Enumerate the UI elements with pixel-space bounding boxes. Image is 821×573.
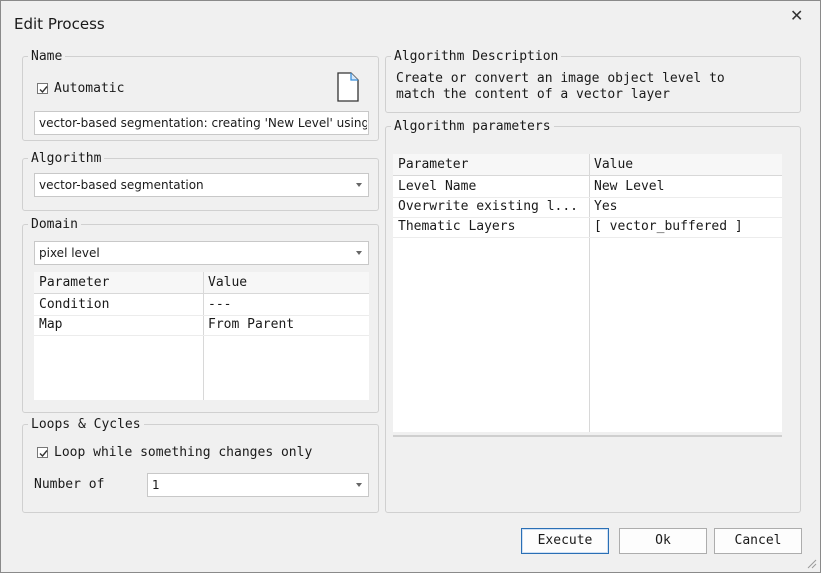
domain-row-map-value[interactable]: From Parent	[204, 315, 369, 335]
param-row-overwrite-value[interactable]: Yes	[590, 197, 782, 217]
process-name-input[interactable]: vector-based segmentation: creating 'New…	[34, 111, 369, 135]
parameter-table-separator	[393, 435, 782, 437]
param-row-level-name[interactable]: Level Name	[394, 177, 588, 197]
column-header-value: Value	[594, 157, 634, 172]
algorithm-parameters-legend: Algorithm parameters	[394, 119, 551, 134]
row-divider	[34, 335, 369, 336]
chevron-down-icon	[356, 183, 362, 187]
algorithm-description-line2: match the content of a vector layer	[396, 87, 670, 102]
domain-select[interactable]: pixel level	[34, 241, 369, 265]
algorithm-description-legend: Algorithm Description	[394, 49, 559, 64]
loops-cycles-legend: Loops & Cycles	[31, 417, 141, 432]
number-of-cycles-select[interactable]: 1	[147, 473, 369, 497]
edit-process-dialog: Edit Process ✕ Name Automatic vector-bas…	[0, 0, 821, 573]
param-row-level-name-value[interactable]: New Level	[590, 177, 782, 197]
document-icon	[337, 72, 359, 102]
algorithm-select[interactable]: vector-based segmentation	[34, 173, 369, 197]
domain-parameter-table[interactable]: Parameter Value Condition --- Map From P…	[34, 272, 369, 400]
ok-button[interactable]: Ok	[619, 528, 707, 554]
algorithm-description-line1: Create or convert an image object level …	[396, 71, 725, 86]
number-of-label: Number of	[34, 477, 105, 492]
param-row-thematic-layers[interactable]: Thematic Layers	[394, 217, 588, 237]
algorithm-parameter-table[interactable]: Parameter Value Level Name New Level Ove…	[393, 154, 782, 432]
loops-cycles-group: Loops & Cycles	[22, 417, 379, 513]
param-row-overwrite[interactable]: Overwrite existing l...	[394, 197, 588, 217]
dialog-title: Edit Process	[14, 15, 105, 33]
domain-row-condition-value[interactable]: ---	[204, 295, 369, 315]
param-row-thematic-layers-value[interactable]: [ vector_buffered ]	[590, 217, 782, 237]
close-icon[interactable]: ✕	[790, 6, 803, 25]
checkmark-icon	[39, 450, 48, 458]
resize-grip-icon[interactable]	[805, 557, 817, 569]
name-group-legend: Name	[31, 49, 63, 64]
loop-changes-checkbox[interactable]	[37, 447, 48, 458]
algorithm-group-legend: Algorithm	[31, 151, 102, 166]
automatic-label: Automatic	[54, 81, 125, 96]
cancel-button[interactable]: Cancel	[714, 528, 802, 554]
row-divider	[393, 237, 782, 238]
chevron-down-icon	[356, 483, 362, 487]
checkmark-icon	[39, 86, 48, 94]
domain-row-map-param[interactable]: Map	[35, 315, 202, 335]
column-header-parameter: Parameter	[39, 275, 110, 290]
chevron-down-icon	[356, 251, 362, 255]
execute-button[interactable]: Execute	[521, 528, 609, 554]
domain-row-condition-param[interactable]: Condition	[35, 295, 202, 315]
column-header-value: Value	[208, 275, 248, 290]
automatic-checkbox[interactable]	[37, 83, 48, 94]
column-header-parameter: Parameter	[398, 157, 469, 172]
loop-changes-label: Loop while something changes only	[54, 445, 313, 460]
domain-group-legend: Domain	[31, 217, 78, 232]
